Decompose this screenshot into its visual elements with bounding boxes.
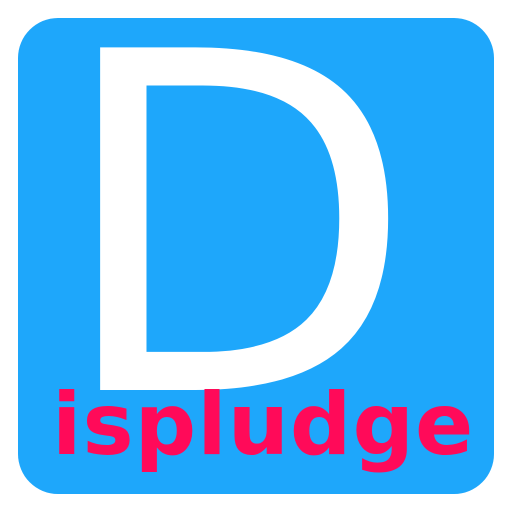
- app-icon-tile: D ispludge: [18, 18, 494, 494]
- logo-word: ispludge: [52, 375, 475, 475]
